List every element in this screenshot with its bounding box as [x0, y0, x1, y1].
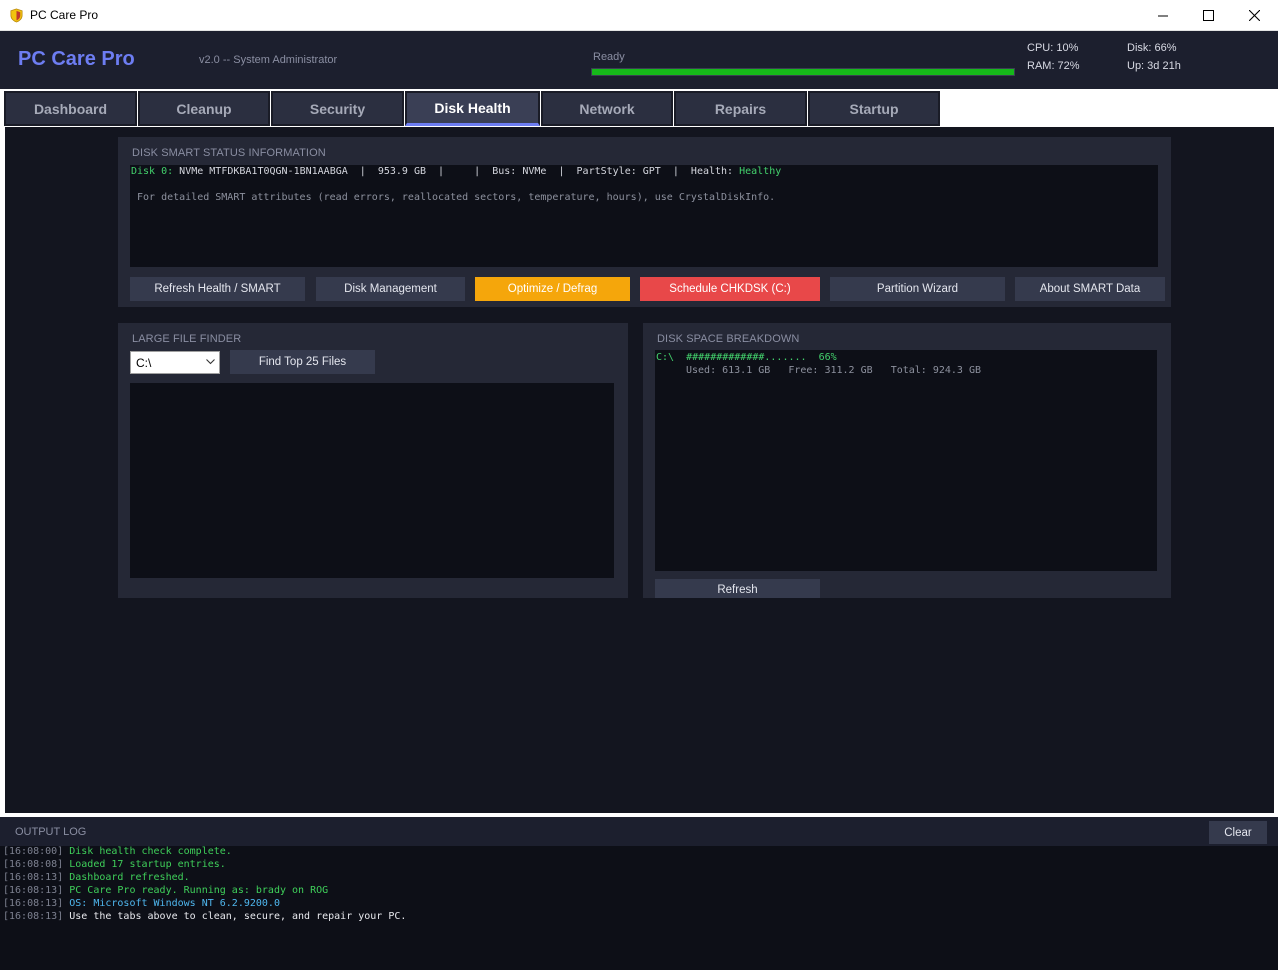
log-entry: [16:08:13] Dashboard refreshed. [3, 872, 190, 883]
usage-percent: 66% [818, 352, 837, 363]
output-log-header: OUTPUT LOG Clear [0, 817, 1278, 846]
minimize-icon [1158, 15, 1168, 16]
status-text: Ready [593, 51, 625, 63]
drive-select[interactable]: C:\ [130, 351, 220, 374]
disk-space-bar-line: C:\ #############....... 66% [656, 352, 837, 363]
maximize-button[interactable] [1185, 0, 1231, 31]
window-title: PC Care Pro [30, 8, 99, 22]
tab-dashboard[interactable]: Dashboard [4, 91, 137, 126]
drive-select-value: C:\ [136, 356, 152, 370]
clear-log-button[interactable]: Clear [1209, 821, 1267, 844]
cpu-stat: CPU: 10% [1027, 42, 1079, 54]
find-top-files-button[interactable]: Find Top 25 Files [230, 350, 375, 374]
log-entry: [16:08:13] OS: Microsoft Windows NT 6.2.… [3, 898, 280, 909]
log-entry: [16:08:00] Disk health check complete. [3, 846, 232, 857]
partition-wizard-button[interactable]: Partition Wizard [830, 277, 1005, 301]
uptime-stat: Up: 3d 21h [1127, 60, 1181, 72]
window-titlebar: PC Care Pro [0, 0, 1278, 31]
about-smart-button[interactable]: About SMART Data [1015, 277, 1165, 301]
large-file-title: LARGE FILE FINDER [132, 333, 242, 345]
disk-label: Disk 0: [131, 166, 174, 177]
usage-bar: #############....... [686, 352, 807, 363]
output-log: [16:08:00] Disk health check complete. [… [0, 846, 1278, 970]
app-header: PC Care Pro v2.0 -- System Administrator… [0, 31, 1278, 89]
tab-bar: Dashboard Cleanup Security Disk Health N… [0, 89, 1278, 127]
optimize-defrag-button[interactable]: Optimize / Defrag [475, 277, 630, 301]
large-files-results-list[interactable] [130, 383, 614, 578]
disk-space-title: DISK SPACE BREAKDOWN [657, 333, 800, 345]
minimize-button[interactable] [1140, 0, 1186, 31]
tab-cleanup[interactable]: Cleanup [138, 91, 270, 126]
progress-fill [592, 69, 1014, 75]
tab-disk-health[interactable]: Disk Health [405, 91, 540, 126]
log-entry: [16:08:13] Use the tabs above to clean, … [3, 911, 407, 922]
shield-app-icon [10, 8, 23, 23]
refresh-space-button[interactable]: Refresh [655, 579, 820, 598]
smart-note: For detailed SMART attributes (read erro… [137, 192, 776, 203]
smart-output-console: Disk 0: NVMe MTFDKBA1T0QGN-1BN1AABGA | 9… [130, 165, 1158, 267]
close-button[interactable] [1231, 0, 1277, 31]
maximize-icon [1202, 10, 1214, 21]
app-brand: PC Care Pro [18, 48, 135, 70]
log-entry: [16:08:08] Loaded 17 startup entries. [3, 859, 226, 870]
ram-stat: RAM: 72% [1027, 60, 1080, 72]
chevron-down-icon [206, 359, 215, 365]
schedule-chkdsk-button[interactable]: Schedule CHKDSK (C:) [640, 277, 820, 301]
drive-letter: C:\ [656, 352, 675, 363]
disk-space-console: C:\ #############....... 66% Used: 613.1… [655, 350, 1157, 571]
refresh-health-button[interactable]: Refresh Health / SMART [130, 277, 305, 301]
output-log-title: OUTPUT LOG [15, 826, 87, 838]
tab-repairs[interactable]: Repairs [674, 91, 807, 126]
disk-info: NVMe MTFDKBA1T0QGN-1BN1AABGA | 953.9 GB … [173, 166, 740, 177]
tab-security[interactable]: Security [271, 91, 404, 126]
status-progress-bar [591, 68, 1015, 76]
tab-network[interactable]: Network [541, 91, 673, 126]
disk-space-details: Used: 613.1 GB Free: 311.2 GB Total: 924… [686, 365, 982, 376]
disk-management-button[interactable]: Disk Management [316, 277, 465, 301]
smart-disk-line: Disk 0: NVMe MTFDKBA1T0QGN-1BN1AABGA | 9… [131, 166, 781, 177]
tab-startup[interactable]: Startup [808, 91, 940, 126]
health-value: Healthy [739, 166, 782, 177]
close-icon [1248, 10, 1260, 21]
smart-panel-title: DISK SMART STATUS INFORMATION [132, 147, 326, 159]
version-label: v2.0 -- System Administrator [199, 54, 338, 66]
disk-stat: Disk: 66% [1127, 42, 1177, 54]
log-entry: [16:08:13] PC Care Pro ready. Running as… [3, 885, 329, 896]
